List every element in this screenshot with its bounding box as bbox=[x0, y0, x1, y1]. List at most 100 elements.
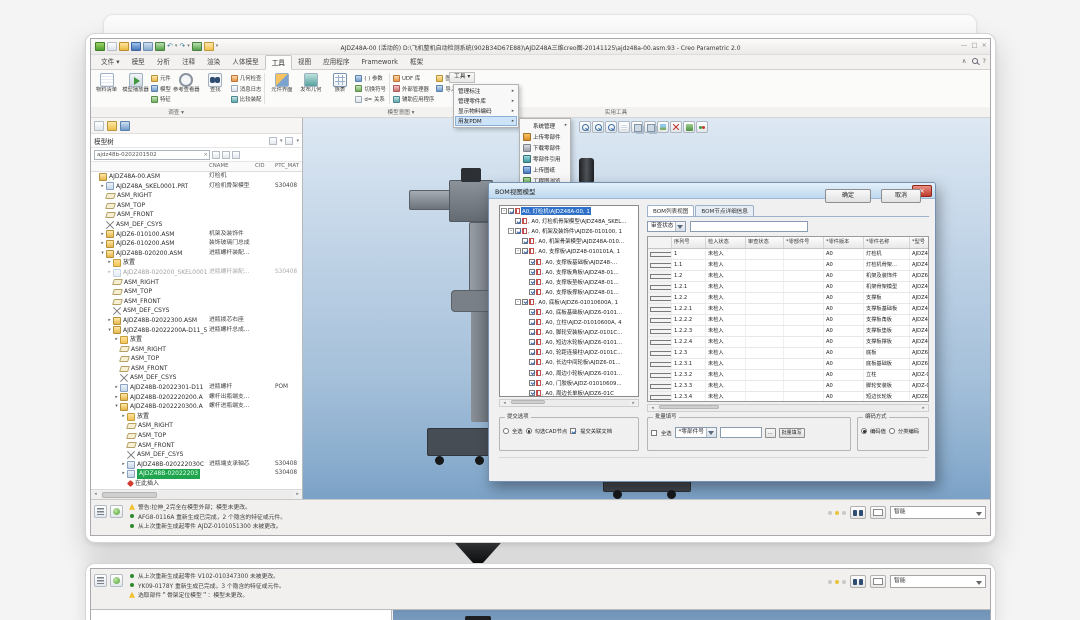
ribbon-tab[interactable]: 模型 bbox=[126, 55, 151, 70]
expand-icon[interactable]: ▸ bbox=[120, 412, 127, 422]
reference-viewer-button[interactable]: 参考查看器 bbox=[173, 71, 200, 106]
bom-tree-row[interactable]: , A0, 短边水轮板\AJDZ6-0101... bbox=[500, 337, 638, 347]
row-checkbox[interactable] bbox=[650, 263, 672, 268]
ribbon-tab[interactable]: 人体模型 bbox=[226, 55, 264, 70]
model-button[interactable]: 模型 bbox=[151, 84, 171, 93]
tree-checkbox[interactable] bbox=[529, 279, 535, 285]
code-value-radio[interactable] bbox=[861, 428, 867, 434]
tree-checkbox[interactable] bbox=[529, 289, 535, 295]
close-button[interactable]: × bbox=[982, 41, 987, 49]
maximize-button[interactable]: □ bbox=[971, 41, 977, 49]
folder-browser-icon[interactable] bbox=[107, 121, 117, 131]
scroll-track[interactable] bbox=[509, 400, 629, 406]
cancel-button[interactable]: 取消 bbox=[881, 189, 921, 203]
annotation-display-icon[interactable] bbox=[696, 121, 708, 133]
bom-tree-row[interactable]: , A0, 机架骨架模型\AJDZ48A-010... bbox=[500, 236, 638, 246]
zoom-out-icon[interactable] bbox=[592, 121, 604, 133]
model-tree-row[interactable]: ASM_RIGHT bbox=[91, 278, 302, 288]
bom-tree-row[interactable]: - , A0, 机架及装饰件\AJDZ6-010100, 1 bbox=[500, 226, 638, 236]
help-icon[interactable]: ? bbox=[983, 57, 986, 65]
expand-icon[interactable]: ▸ bbox=[120, 469, 127, 479]
column-header-ptc-mat[interactable]: PTC_MAT bbox=[275, 163, 299, 169]
tree-checkbox[interactable] bbox=[522, 238, 528, 244]
auxiliary-applications-button[interactable]: 辅助应用程序 bbox=[393, 95, 434, 104]
bom-tree-row[interactable]: - A0, 灯检机\AJDZ48A-00, 1 bbox=[500, 206, 638, 216]
tree-expand-icon[interactable] bbox=[522, 269, 528, 275]
scroll-left-icon[interactable]: ◂ bbox=[91, 492, 100, 497]
component-interface-button[interactable]: 元件界面 bbox=[268, 71, 295, 106]
model-tree-row[interactable]: ▸ AJDZ48B-02022301-D11 进瓶螺杆 POM bbox=[91, 383, 302, 393]
scroll-thumb[interactable] bbox=[102, 492, 157, 498]
row-checkbox[interactable] bbox=[650, 329, 672, 334]
find-button[interactable]: 查找 bbox=[202, 71, 229, 106]
header-part-number[interactable]: *零部件号 bbox=[784, 237, 824, 248]
expand-icon[interactable]: ▸ bbox=[106, 268, 113, 278]
bom-dialog-tab[interactable]: BOM节点详细信息 bbox=[695, 205, 754, 216]
filter-icon[interactable] bbox=[222, 151, 230, 159]
switch-symbols-button[interactable]: 切换符号 bbox=[355, 84, 386, 93]
bom-tree-row[interactable]: , A0, 门胶板\AJDZ-01010609... bbox=[500, 378, 638, 388]
compare-assembly-button[interactable]: 比较装配 bbox=[231, 95, 262, 104]
header-part-version[interactable]: *零件版本 bbox=[824, 237, 864, 248]
model-tree-row[interactable]: ▸ AJDZ6-010200.ASM 装饰玻璃门总成 bbox=[91, 239, 302, 249]
favorites-icon[interactable] bbox=[120, 121, 130, 131]
tree-settings-caret-icon[interactable]: ▾ bbox=[280, 138, 283, 144]
model-tree-row[interactable]: ASM_FRONT bbox=[91, 364, 302, 374]
bom-table-row[interactable]: 91.2.2.4未检入A0支撑板撑板AJDZ48 bbox=[648, 337, 928, 348]
message-log-button[interactable]: 消息日志 bbox=[231, 84, 262, 93]
bom-table-row[interactable]: 71.2.2.2未检入A0支撑板角板AJDZ48 bbox=[648, 315, 928, 326]
model-tree-row[interactable]: ▸ 放置 bbox=[91, 258, 302, 268]
scroll-track[interactable] bbox=[100, 491, 293, 499]
tree-checkbox[interactable] bbox=[508, 208, 514, 214]
ribbon-tab[interactable]: 分析 bbox=[151, 55, 176, 70]
bom-table-row[interactable]: 81.2.2.3未检入A0支撑板垫板AJDZ48 bbox=[648, 326, 928, 337]
ribbon-tab[interactable]: 文件 ▾ bbox=[95, 55, 126, 70]
tree-checkbox[interactable] bbox=[529, 370, 535, 376]
row-checkbox[interactable] bbox=[650, 318, 672, 323]
bom-tree-row[interactable]: , A0, 支撑板基础板\AJDZ48-... bbox=[500, 256, 638, 266]
ok-button[interactable]: 确定 bbox=[825, 189, 871, 203]
model-tree-row[interactable]: ASM_DEF_CSYS bbox=[91, 373, 302, 383]
scroll-right-icon[interactable]: ▸ bbox=[293, 492, 302, 497]
clear-search-icon[interactable]: × bbox=[203, 151, 208, 160]
submenu-item[interactable]: 上传零部件 bbox=[521, 131, 569, 142]
ribbon-tab[interactable]: 渲染 bbox=[201, 55, 226, 70]
row-checkbox[interactable] bbox=[650, 373, 672, 378]
expand-icon[interactable]: ▸ bbox=[99, 182, 106, 192]
bom-table-row[interactable]: 111.2.3.1未检入A0底板基础板AJDZ6- bbox=[648, 359, 928, 370]
bom-dialog-tab[interactable]: BOM列表视图 bbox=[647, 205, 694, 216]
tree-expand-icon[interactable] bbox=[522, 370, 528, 376]
model-player-button[interactable]: 模型播放器 bbox=[122, 71, 149, 106]
scroll-thumb[interactable] bbox=[511, 400, 545, 404]
model-tree-row[interactable]: ASM_FRONT bbox=[91, 297, 302, 307]
bom-tree-row[interactable]: - , A0, 底板\AJDZ6-01010600A, 1 bbox=[500, 297, 638, 307]
tree-checkbox[interactable] bbox=[529, 259, 535, 265]
browser-icon[interactable] bbox=[110, 574, 123, 587]
ribbon-tab[interactable]: 视图 bbox=[292, 55, 317, 70]
model-tree-row[interactable]: ASM_DEF_CSYS bbox=[91, 306, 302, 316]
classified-code-radio[interactable] bbox=[889, 428, 895, 434]
expand-icon[interactable]: ▸ bbox=[99, 239, 106, 249]
submenu-item[interactable]: 系统管理 ▸ bbox=[521, 120, 569, 131]
row-checkbox[interactable] bbox=[650, 384, 672, 389]
bom-table-row[interactable]: 121.2.3.2未检入A0立柱AJDZ-0 bbox=[648, 370, 928, 381]
selection-filter-dropdown[interactable]: 智能 bbox=[890, 506, 986, 519]
model-tree-row[interactable]: ASM_TOP bbox=[91, 287, 302, 297]
bom-tree-row[interactable]: - , A0, 支撑板\AJDZ48-010101A, 1 bbox=[500, 246, 638, 256]
submit-linked-docs-checkbox[interactable] bbox=[570, 428, 576, 434]
bom-tree-row[interactable]: , A0, 脚轮安装板\AJDZ-0101C... bbox=[500, 327, 638, 337]
batch-value-input[interactable] bbox=[720, 427, 762, 438]
tree-checkbox[interactable] bbox=[522, 299, 528, 305]
bom-tree-row[interactable]: , A0, 支撑板垫板\AJDZ48-01... bbox=[500, 277, 638, 287]
filter-text-input[interactable] bbox=[690, 221, 808, 232]
tree-checkbox[interactable] bbox=[529, 349, 535, 355]
scroll-left-icon[interactable]: ◂ bbox=[648, 406, 657, 411]
row-checkbox[interactable] bbox=[650, 296, 672, 301]
model-tree-row[interactable]: 在此插入 bbox=[91, 479, 302, 489]
model-tree-row[interactable]: ASM_FRONT bbox=[91, 210, 302, 220]
navigator-list-icon[interactable] bbox=[94, 121, 104, 131]
clipboard-icon[interactable] bbox=[870, 506, 886, 519]
model-tree-row[interactable]: ▸ AJDZ48B-020222030C 进瓶端支承轴芯 S30408 bbox=[91, 460, 302, 470]
tree-expand-icon[interactable] bbox=[522, 359, 528, 365]
expand-icon[interactable]: ▸ bbox=[120, 460, 127, 470]
